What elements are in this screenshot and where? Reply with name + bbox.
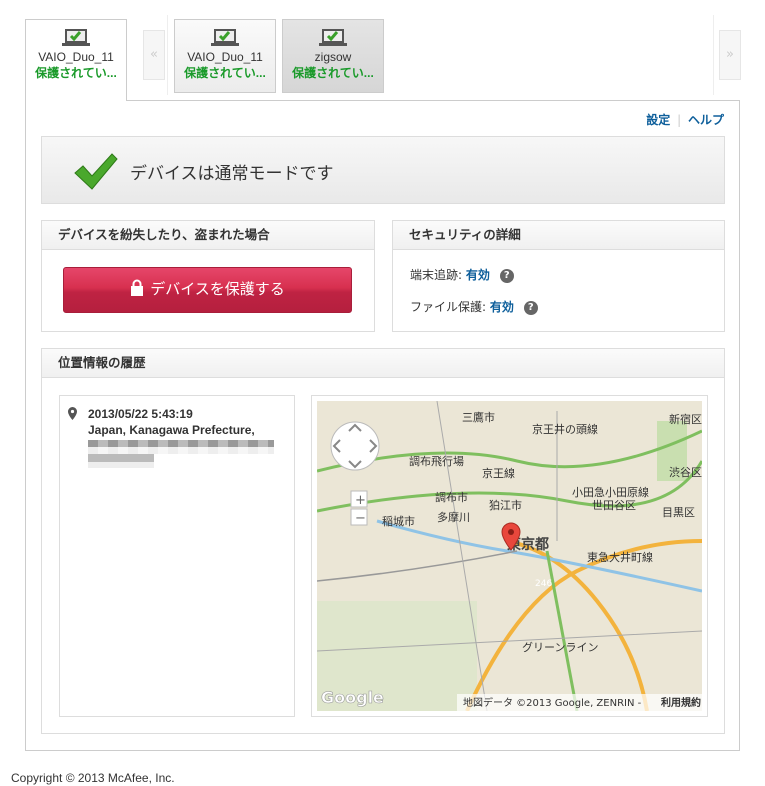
button-label: デバイスを保護する (150, 280, 285, 298)
device-name: VAIO_Duo_11 (187, 50, 263, 64)
panel-title: セキュリティの詳細 (393, 221, 724, 250)
map-label: 稲城市 (382, 514, 415, 528)
map-label: グリーンライン (522, 640, 598, 654)
map-label: 新宿区 (669, 412, 702, 426)
map-label: 世田谷区 (592, 499, 636, 512)
location-list: 2013/05/22 5:43:19 Japan, Kanagawa Prefe… (59, 395, 295, 717)
map-label: 京王井の頭線 (532, 422, 598, 436)
map-label: 目黒区 (662, 506, 695, 519)
device-status: 保護されてい... (35, 66, 117, 80)
map-label: 渋谷区 (669, 466, 702, 479)
map-label: 調布飛行場 (409, 454, 464, 468)
status-banner: デバイスは通常モードです (41, 136, 725, 204)
file-protection-label: ファイル保護: (410, 300, 487, 314)
device-status: 保護されてい... (292, 66, 374, 80)
device-tab-zigsow[interactable]: zigsow 保護されてい... (282, 19, 384, 93)
zoom-out-icon: − (355, 511, 366, 526)
status-text: デバイスは通常モードです (130, 164, 334, 184)
map-label: 三鷹市 (462, 410, 495, 424)
next-arrow-button[interactable]: » (719, 30, 741, 80)
laptop-check-icon (211, 29, 239, 46)
device-tab-vaio-active[interactable]: VAIO_Duo_11 保護されてい... (25, 19, 127, 101)
map-attribution: 地図データ ©2013 Google, ZENRIN - (463, 696, 642, 709)
check-icon (74, 153, 118, 190)
map-label: 狛江市 (489, 498, 522, 512)
map-label: 京王線 (482, 466, 515, 480)
help-icon[interactable]: ? (523, 300, 538, 315)
location-time: 2013/05/22 5:43:19 (88, 407, 193, 421)
protect-device-button[interactable]: デバイスを保護する (63, 267, 352, 313)
location-history-panel: 位置情報の履歴 2013/05/22 5:43:19 Japan, Kanaga… (41, 348, 725, 734)
prev-arrow-button[interactable]: « (143, 30, 165, 80)
map-label: 小田急小田原線 (572, 485, 649, 499)
help-icon[interactable]: ? (499, 268, 514, 283)
file-protection-value[interactable]: 有効 (490, 300, 514, 314)
settings-link[interactable]: 設定 (646, 113, 670, 127)
map-label: 東急大井町線 (587, 550, 653, 564)
map-frame: 三鷹市 京王井の頭線 新宿区 調布飛行場 京王線 小田急小田原線 渋谷区 調布市… (311, 395, 708, 717)
device-name: zigsow (314, 50, 352, 64)
zoom-in-icon: + (355, 493, 366, 508)
device-name: VAIO_Duo_11 (38, 50, 114, 64)
map-pan-control[interactable] (330, 421, 380, 471)
location-map[interactable]: 三鷹市 京王井の頭線 新宿区 調布飛行場 京王線 小田急小田原線 渋谷区 調布市… (317, 401, 702, 711)
map-label: 246 (535, 579, 552, 589)
map-label: 多摩川 (437, 510, 470, 524)
laptop-check-icon (62, 29, 90, 46)
panel-title: 位置情報の履歴 (42, 349, 724, 378)
terms-link[interactable]: 利用規約 (661, 696, 701, 709)
panel-title: デバイスを紛失したり、盗まれた場合 (42, 221, 374, 250)
redacted-address (88, 440, 274, 468)
map-label: 調布市 (435, 490, 468, 504)
location-entry[interactable]: 2013/05/22 5:43:19 Japan, Kanagawa Prefe… (68, 406, 274, 468)
tracking-value[interactable]: 有効 (466, 268, 490, 282)
tracking-label: 端末追跡: (410, 268, 463, 282)
footer-copyright: Copyright © 2013 McAfee, Inc. (11, 771, 175, 785)
help-link[interactable]: ヘルプ (688, 113, 724, 127)
device-tab-vaio[interactable]: VAIO_Duo_11 保護されてい... (174, 19, 276, 93)
lock-icon (131, 279, 144, 296)
device-status: 保護されてい... (184, 66, 266, 80)
map-pin-icon (68, 407, 77, 420)
laptop-check-icon (319, 29, 347, 46)
google-logo: Google (321, 688, 384, 707)
location-place: Japan, Kanagawa Prefecture, (88, 423, 255, 437)
lost-device-panel: デバイスを紛失したり、盗まれた場合 デバイスを保護する (41, 220, 375, 332)
main-content: 設定 | ヘルプ デバイスは通常モードです デバイスを紛失したり、盗まれた場合 … (25, 100, 740, 751)
security-details-panel: セキュリティの詳細 端末追跡: 有効 ? ファイル保護: 有効 ? (392, 220, 725, 332)
